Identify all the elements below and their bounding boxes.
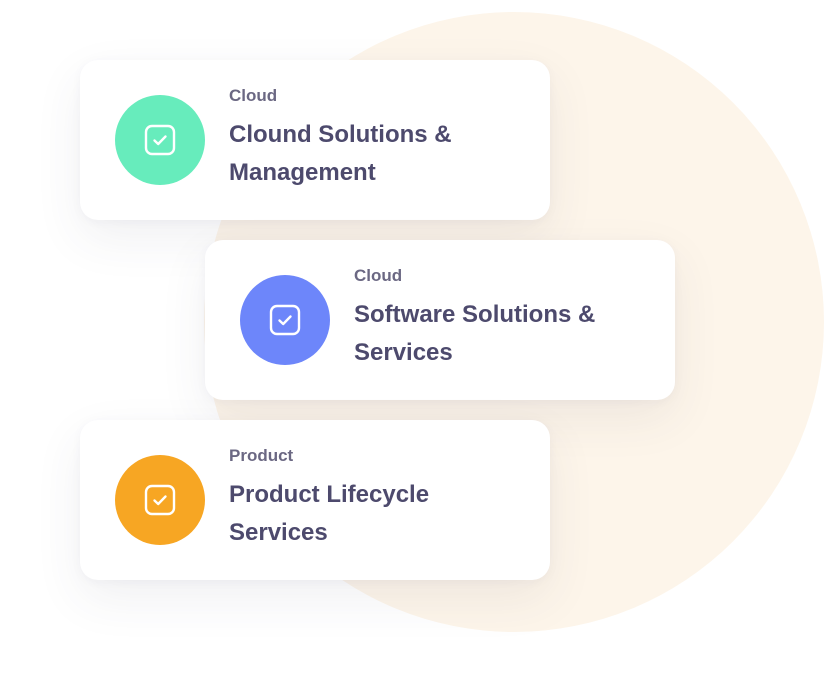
card-badge — [115, 95, 205, 185]
check-square-icon — [144, 484, 176, 516]
service-card-software-solutions[interactable]: Cloud Software Solutions & Services — [205, 240, 675, 400]
card-category: Product — [229, 446, 294, 465]
card-text: Cloud Software Solutions & Services — [354, 266, 651, 372]
card-title[interactable]: Product Lifecycle Services — [229, 476, 526, 552]
check-square-icon — [269, 304, 301, 336]
card-badge — [240, 275, 330, 365]
card-title[interactable]: Software Solutions & Services — [354, 296, 651, 372]
service-card-cloud-solutions[interactable]: Cloud Clound Solutions & Management — [80, 60, 550, 220]
card-title[interactable]: Clound Solutions & Management — [229, 116, 526, 192]
card-text: Cloud Clound Solutions & Management — [229, 86, 526, 192]
card-badge — [115, 455, 205, 545]
card-category: Cloud — [354, 266, 403, 285]
card-text: Product Product Lifecycle Services — [229, 446, 526, 552]
service-card-product-lifecycle[interactable]: Product Product Lifecycle Services — [80, 420, 550, 580]
check-square-icon — [144, 124, 176, 156]
card-category: Cloud — [229, 86, 278, 105]
